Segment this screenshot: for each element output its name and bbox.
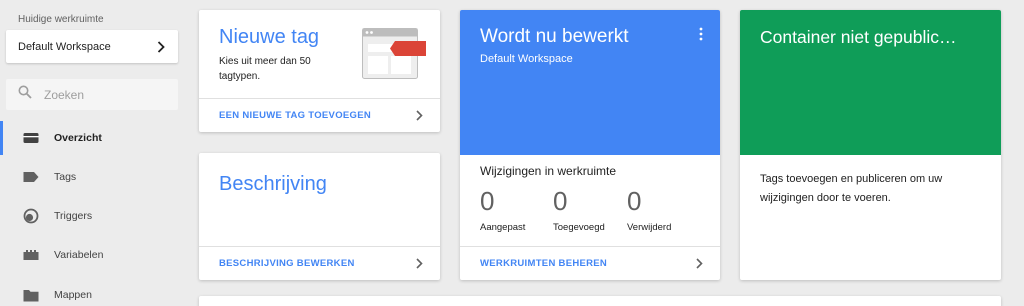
stat-label: Verwijderd (627, 222, 672, 233)
stat-added: 0 Toegevoegd (553, 186, 605, 233)
sidebar-item-overzicht[interactable]: Overzicht (0, 121, 187, 155)
manage-workspaces-button[interactable]: WERKRUIMTEN BEHEREN (460, 246, 720, 280)
more-vert-icon[interactable] (698, 27, 704, 41)
new-tag-description: Kies uit meer dan 50 tagtypen. (219, 56, 311, 82)
container-unpublished-card: Container niet gepublic… Tags toevoegen … (740, 10, 1001, 280)
chevron-right-icon (156, 40, 166, 53)
workspace-name: Default Workspace (18, 40, 111, 53)
sidebar-item-label: Tags (54, 171, 77, 183)
stat-value: 0 (627, 186, 642, 216)
sidebar-item-label: Mappen (54, 289, 92, 301)
sidebar-item-label: Variabelen (54, 249, 104, 261)
sidebar-item-label: Triggers (54, 210, 93, 222)
folder-icon (22, 288, 40, 302)
stat-modified: 0 Aangepast (480, 186, 525, 233)
workspace-selector[interactable]: Default Workspace (6, 30, 178, 63)
sidebar: Huidige werkruimte Default Workspace Ove… (0, 0, 187, 306)
add-new-tag-label: EEN NIEUWE TAG TOEVOEGEN (219, 110, 372, 121)
tag-illustration-icon (362, 28, 432, 89)
add-new-tag-button[interactable]: EEN NIEUWE TAG TOEVOEGEN (199, 98, 440, 132)
search-input[interactable] (44, 87, 164, 102)
stat-value: 0 (480, 186, 495, 216)
stat-value: 0 (553, 186, 568, 216)
currently-editing-card: Wordt nu bewerkt Default Workspace Wijzi… (460, 10, 720, 280)
edit-description-label: BESCHRIJVING BEWERKEN (219, 258, 355, 269)
sidebar-item-mappen[interactable]: Mappen (0, 278, 187, 306)
tag-icon (22, 170, 40, 184)
manage-workspaces-label: WERKRUIMTEN BEHEREN (480, 258, 608, 269)
container-unpublished-header: Container niet gepublic… (740, 10, 1001, 155)
description-card: Beschrijving BESCHRIJVING BEWERKEN (199, 153, 440, 280)
new-tag-card: Nieuwe tag Kies uit meer dan 50 tagtypen… (199, 10, 440, 132)
trigger-icon (22, 208, 40, 224)
workspace-changes-label: Wijzigingen in werkruimte (480, 164, 617, 178)
bottom-card (199, 296, 1001, 306)
container-unpublished-text: Tags toevoegen en publiceren om uw wijzi… (760, 173, 943, 204)
sidebar-item-variabelen[interactable]: Variabelen (0, 238, 187, 272)
new-tag-title: Nieuwe tag (219, 26, 320, 48)
blocks-icon (22, 248, 40, 262)
chevron-right-icon (414, 110, 424, 121)
description-title: Beschrijving (219, 173, 327, 195)
search-icon (18, 85, 32, 104)
search-box[interactable] (6, 79, 178, 110)
currently-editing-workspace: Default Workspace (480, 53, 573, 65)
sidebar-item-tags[interactable]: Tags (0, 160, 187, 194)
currently-editing-header: Wordt nu bewerkt Default Workspace (460, 10, 720, 155)
container-unpublished-title: Container niet gepublic… (760, 27, 957, 47)
workspace-label: Huidige werkruimte (18, 14, 104, 25)
edit-description-button[interactable]: BESCHRIJVING BEWERKEN (199, 246, 440, 280)
currently-editing-title: Wordt nu bewerkt (480, 26, 629, 47)
sidebar-item-label: Overzicht (54, 132, 102, 144)
chevron-right-icon (694, 258, 704, 269)
stat-label: Aangepast (480, 222, 526, 233)
stat-label: Toegevoegd (553, 222, 605, 233)
briefcase-icon (22, 131, 40, 145)
chevron-right-icon (414, 258, 424, 269)
stat-deleted: 0 Verwijderd (627, 186, 671, 233)
sidebar-item-triggers[interactable]: Triggers (0, 199, 187, 233)
